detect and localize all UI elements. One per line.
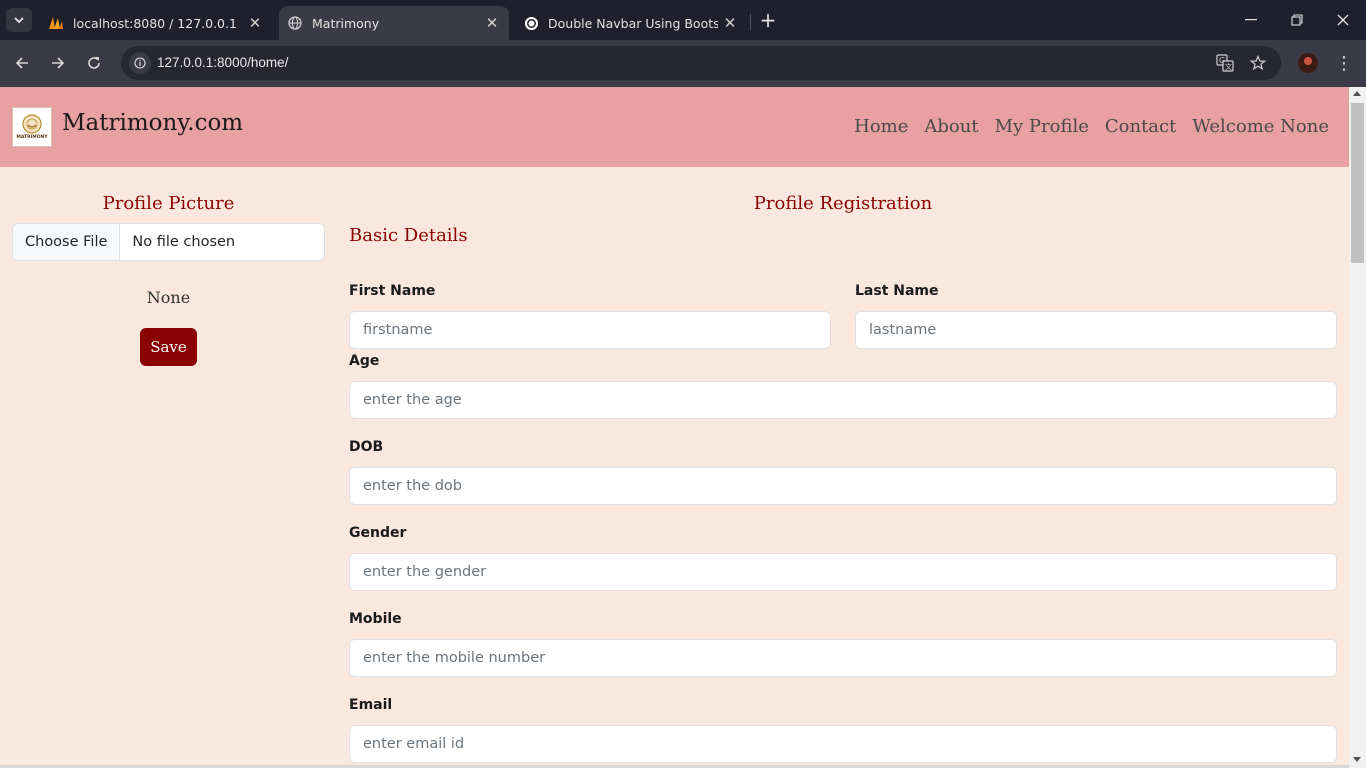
nav-home[interactable]: Home: [854, 116, 908, 137]
tab-double-navbar[interactable]: Double Navbar Using Bootstrap ✕: [515, 6, 747, 40]
brand-title[interactable]: Matrimony.com: [62, 110, 243, 136]
email-input[interactable]: enter email id: [349, 725, 1337, 763]
gender-label: Gender: [349, 525, 407, 541]
site-navbar: MATRIMONY Matrimony.com Home About My Pr…: [0, 87, 1349, 167]
page-scrollbar[interactable]: [1349, 87, 1366, 768]
mobile-label: Mobile: [349, 611, 402, 627]
age-input[interactable]: enter the age: [349, 381, 1337, 419]
profile-avatar[interactable]: [1298, 53, 1318, 73]
svg-text:MATRIMONY: MATRIMONY: [16, 134, 48, 140]
more-menu-icon[interactable]: ⋮: [1334, 51, 1354, 75]
tab-title: Matrimony: [312, 15, 380, 31]
first-name-input[interactable]: firstname: [349, 311, 831, 349]
tab-search-button[interactable]: [6, 8, 32, 32]
profile-registration-heading: Profile Registration: [753, 193, 933, 214]
chatgpt-icon: [523, 15, 539, 31]
phpmyadmin-icon: [48, 15, 64, 31]
tab-phpmyadmin[interactable]: localhost:8080 / 127.0.0.1 / db2 ✕: [40, 6, 272, 40]
nav-about[interactable]: About: [924, 116, 978, 137]
profile-name-text: None: [146, 288, 191, 307]
nav-welcome-user[interactable]: Welcome None: [1192, 116, 1329, 137]
tab-title: localhost:8080 / 127.0.0.1 / db2: [73, 15, 238, 31]
browser-tab-strip: localhost:8080 / 127.0.0.1 / db2 ✕ Matri…: [0, 0, 1366, 40]
address-bar[interactable]: 127.0.0.1:8000/home/ G文: [121, 46, 1281, 80]
tab-separator: [750, 14, 751, 30]
choose-file-button[interactable]: Choose File: [13, 224, 121, 260]
email-label: Email: [349, 697, 393, 713]
close-icon[interactable]: ✕: [721, 14, 739, 32]
profile-picture-heading: Profile Picture: [102, 193, 235, 214]
translate-icon[interactable]: G文: [1214, 52, 1236, 74]
close-icon[interactable]: ✕: [246, 14, 264, 32]
file-status-text: No file chosen: [132, 234, 236, 250]
browser-toolbar: 127.0.0.1:8000/home/ G文 ⋮: [0, 40, 1366, 87]
forward-arrow-icon[interactable]: [46, 51, 70, 75]
close-window-icon[interactable]: [1331, 8, 1355, 32]
close-icon[interactable]: ✕: [483, 14, 501, 32]
tab-matrimony[interactable]: Matrimony ✕: [279, 6, 509, 40]
mobile-input[interactable]: enter the mobile number: [349, 639, 1337, 677]
globe-icon: [287, 15, 303, 31]
back-arrow-icon[interactable]: [10, 51, 34, 75]
profile-picture-file-input[interactable]: Choose File No file chosen: [12, 223, 325, 261]
basic-details-heading: Basic Details: [349, 225, 468, 246]
save-button[interactable]: Save: [140, 328, 197, 366]
matrimony-logo[interactable]: MATRIMONY: [12, 107, 52, 147]
nav-my-profile[interactable]: My Profile: [995, 116, 1089, 137]
url-text: 127.0.0.1:8000/home/: [157, 55, 289, 70]
site-info-icon[interactable]: [129, 52, 151, 74]
scrollbar-thumb[interactable]: [1351, 103, 1364, 263]
minimize-icon[interactable]: [1239, 8, 1263, 32]
age-label: Age: [349, 353, 380, 369]
svg-text:文: 文: [1225, 62, 1232, 71]
chevron-down-icon: [14, 16, 24, 23]
gender-input[interactable]: enter the gender: [349, 553, 1337, 591]
scroll-down-arrow-icon[interactable]: [1353, 757, 1361, 762]
scroll-up-arrow-icon[interactable]: [1353, 91, 1361, 96]
main-nav: Home About My Profile Contact Welcome No…: [854, 116, 1329, 137]
nav-contact[interactable]: Contact: [1105, 116, 1176, 137]
page-viewport: MATRIMONY Matrimony.com Home About My Pr…: [0, 87, 1349, 768]
last-name-input[interactable]: lastname: [855, 311, 1337, 349]
dob-label: DOB: [349, 439, 384, 455]
reload-icon[interactable]: [82, 51, 106, 75]
restore-icon[interactable]: [1285, 8, 1309, 32]
bookmark-star-icon[interactable]: [1247, 52, 1269, 74]
new-tab-plus-icon[interactable]: +: [758, 8, 778, 32]
first-name-label: First Name: [349, 283, 436, 299]
last-name-label: Last Name: [855, 283, 939, 299]
dob-input[interactable]: enter the dob: [349, 467, 1337, 505]
tab-title: Double Navbar Using Bootstrap: [548, 15, 718, 31]
